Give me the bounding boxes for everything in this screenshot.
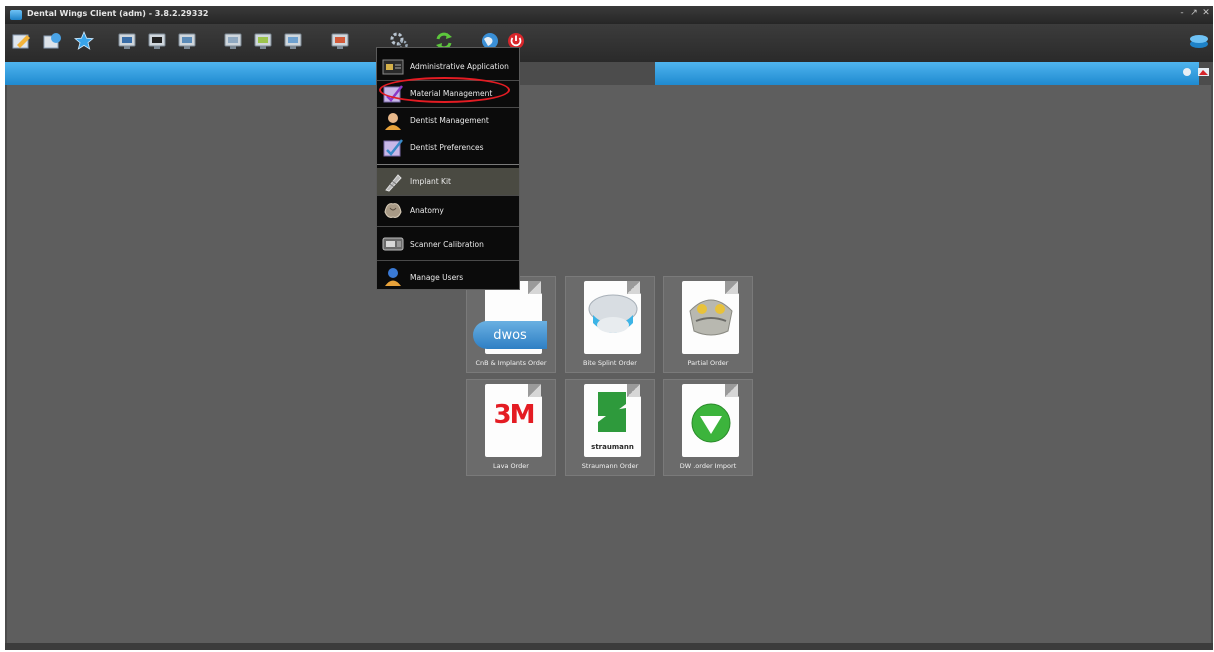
monitor-icon[interactable] (176, 30, 198, 52)
menu-item-label: Administrative Application (410, 62, 509, 71)
menu-item-label: Anatomy (410, 205, 444, 215)
dentist-icon (382, 111, 404, 131)
restore-button[interactable]: ↗ (1189, 8, 1199, 18)
dwos-logo: dwos (473, 321, 547, 349)
menu-item-implant-kit[interactable]: Implant Kit (377, 168, 519, 195)
scanner-icon (382, 234, 404, 254)
tile-label: CnB & Implants Order (475, 359, 547, 367)
monitor-icon[interactable] (329, 30, 351, 52)
tile-cnb-implants-order[interactable]: dwos CnB & Implants Order (466, 276, 556, 373)
admin-icon (382, 57, 404, 77)
menu-item-administrative-application[interactable]: Administrative Application (377, 54, 519, 79)
ribbon-bar (655, 62, 1199, 85)
straumann-wordmark: straumann (591, 443, 634, 451)
tile-bite-splint-order[interactable]: Bite Splint Order (565, 276, 655, 373)
menu-item-dentist-preferences[interactable]: Dentist Preferences (377, 135, 519, 160)
monitor-icon[interactable] (146, 30, 168, 52)
users-icon (382, 267, 404, 287)
window-title: Dental Wings Client (adm) - 3.8.2.29332 (27, 9, 209, 18)
preferences-icon (382, 138, 404, 158)
edit-icon[interactable] (11, 30, 33, 52)
menu-item-scanner-calibration[interactable]: Scanner Calibration (377, 230, 519, 258)
tile-straumann-order[interactable]: straumann Straumann Order (565, 379, 655, 476)
straumann-logo-mark (598, 392, 626, 432)
download-arrow-icon (691, 403, 731, 443)
implant-icon (382, 172, 404, 192)
menu-item-label: Dentist Preferences (410, 143, 484, 152)
bite-splint-icon (588, 294, 638, 333)
toolbar (5, 24, 1213, 62)
status-bar (5, 643, 1213, 650)
tile-label: Bite Splint Order (583, 359, 637, 367)
tile-lava-order[interactable]: 3M Lava Order (466, 379, 556, 476)
ribbon-bar (5, 62, 383, 85)
anatomy-icon (382, 200, 404, 220)
ribbon-tools (1180, 64, 1213, 84)
3m-logo: 3M (493, 400, 536, 430)
tile-dw-order-import[interactable]: DW .order Import (663, 379, 753, 476)
menu-item-dentist-management[interactable]: Dentist Management (377, 108, 519, 133)
scan-icon[interactable] (41, 30, 63, 52)
menu-item-label: Manage Users (410, 272, 464, 282)
tile-partial-order[interactable]: Partial Order (663, 276, 753, 373)
highlight-annotation-ellipse (379, 77, 510, 103)
layers-icon[interactable] (1188, 30, 1210, 52)
app-icon (10, 10, 22, 20)
tile-label: Lava Order (493, 462, 529, 470)
title-bar: Dental Wings Client (adm) - 3.8.2.29332 … (5, 6, 1213, 24)
tile-label: DW .order Import (679, 462, 737, 470)
partial-denture-icon (689, 299, 733, 336)
star-icon[interactable] (73, 30, 95, 52)
tile-label: Straumann Order (581, 462, 639, 470)
monitor-icon[interactable] (282, 30, 304, 52)
menu-item-anatomy[interactable]: Anatomy (377, 196, 519, 224)
menu-item-manage-users[interactable]: Manage Users (377, 264, 519, 290)
menu-item-label: Implant Kit (410, 177, 451, 186)
tile-label: Partial Order (687, 359, 729, 367)
minimize-button[interactable]: - (1177, 8, 1187, 18)
menu-item-label: Dentist Management (410, 116, 489, 125)
monitor-icon[interactable] (116, 30, 138, 52)
close-button[interactable]: ✕ (1201, 8, 1211, 18)
monitor-icon[interactable] (252, 30, 274, 52)
menu-item-label: Scanner Calibration (410, 239, 484, 249)
monitor-icon[interactable] (222, 30, 244, 52)
